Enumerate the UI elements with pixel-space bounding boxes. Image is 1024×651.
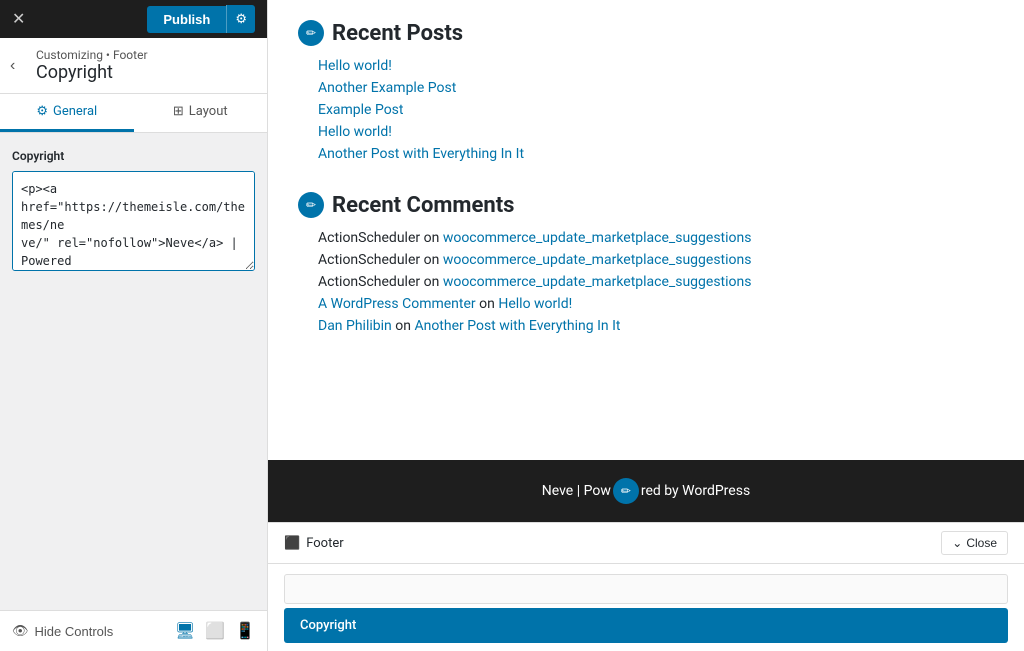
comment-author-link[interactable]: A WordPress Commenter <box>318 296 476 312</box>
tab-layout[interactable]: ⊞ Layout <box>134 94 268 132</box>
list-item: Dan Philibin on Another Post with Everyt… <box>318 318 994 334</box>
comment-link[interactable]: woocommerce_update_marketplace_suggestio… <box>443 230 752 246</box>
layout-icon: ⊞ <box>173 104 184 119</box>
post-link[interactable]: Hello world! <box>318 124 392 140</box>
list-item: Example Post <box>318 102 994 118</box>
tablet-device-button[interactable]: ⬜ <box>205 621 225 641</box>
comment-link[interactable]: Hello world! <box>498 296 572 312</box>
close-chevron-button[interactable]: ⌄ Close <box>941 531 1008 555</box>
bottom-bar: 👁 Hide Controls 🖥 ⬜ 📱 <box>0 610 267 651</box>
list-item: ActionScheduler on woocommerce_update_ma… <box>318 230 994 246</box>
comment-preposition: on <box>424 274 443 290</box>
footer-edit-pencil[interactable]: ✏ <box>613 478 639 504</box>
panel-content: Copyright <p><a href="https://themeisle.… <box>0 133 267 610</box>
recent-comments-title: Recent Comments <box>332 193 514 218</box>
publish-gear-button[interactable]: ⚙ <box>226 5 255 33</box>
breadcrumb-area: ‹ Customizing • Footer Copyright <box>0 38 267 94</box>
gear-icon: ⚙ <box>36 104 48 119</box>
comment-link[interactable]: Another Post with Everything In It <box>414 318 620 334</box>
mobile-device-button[interactable]: 📱 <box>235 621 255 641</box>
breadcrumb-sub: Customizing • Footer <box>36 48 255 62</box>
list-item: ActionScheduler on woocommerce_update_ma… <box>318 274 994 290</box>
publish-btn-group: Publish ⚙ <box>147 5 255 33</box>
chevron-down-icon: ⌄ <box>952 536 962 550</box>
left-panel: ✕ Publish ⚙ ‹ Customizing • Footer Copyr… <box>0 0 268 651</box>
comment-link[interactable]: woocommerce_update_marketplace_suggestio… <box>443 252 752 268</box>
comment-preposition: on <box>395 318 414 334</box>
close-button[interactable]: ✕ <box>12 9 25 29</box>
post-link[interactable]: Another Example Post <box>318 80 456 96</box>
comment-link[interactable]: woocommerce_update_marketplace_suggestio… <box>443 274 752 290</box>
site-footer: Neve | Pow✏red by WordPress <box>268 460 1024 522</box>
recent-comments-list: ActionScheduler on woocommerce_update_ma… <box>298 230 994 334</box>
comment-author: ActionScheduler <box>318 252 420 268</box>
tab-layout-label: Layout <box>189 104 228 119</box>
post-link[interactable]: Another Post with Everything In It <box>318 146 524 162</box>
hide-controls-button[interactable]: 👁 Hide Controls <box>12 623 113 639</box>
close-button-label: Close <box>966 536 997 550</box>
comment-preposition: on <box>424 230 443 246</box>
grid-empty-row <box>284 574 1008 604</box>
bottom-controls: ⬛ Footer ⌄ Close Copyright <box>268 522 1024 651</box>
hide-controls-label: Hide Controls <box>35 624 114 639</box>
breadcrumb-title: Copyright <box>36 62 255 83</box>
list-item: ActionScheduler on woocommerce_update_ma… <box>318 252 994 268</box>
recent-posts-heading: ✏ Recent Posts <box>298 20 994 46</box>
preview-area: ✏ Recent Posts Hello world! Another Exam… <box>268 0 1024 460</box>
copyright-textarea[interactable]: <p><a href="https://themeisle.com/themes… <box>12 171 255 271</box>
footer-text-rest: red by WordPress <box>641 483 750 499</box>
publish-button[interactable]: Publish <box>147 6 226 33</box>
comment-preposition: on <box>479 296 498 312</box>
tabs-row: ⚙ General ⊞ Layout <box>0 94 267 133</box>
device-icons: 🖥 ⬜ 📱 <box>175 621 255 641</box>
comment-author: ActionScheduler <box>318 274 420 290</box>
comment-author-link[interactable]: Dan Philibin <box>318 318 392 334</box>
list-item: Another Post with Everything In It <box>318 146 994 162</box>
copyright-active-row[interactable]: Copyright <box>284 608 1008 643</box>
recent-posts-edit-pencil[interactable]: ✏ <box>298 20 324 46</box>
recent-posts-list: Hello world! Another Example Post Exampl… <box>298 58 994 162</box>
list-item: A WordPress Commenter on Hello world! <box>318 296 994 312</box>
desktop-device-button[interactable]: 🖥 <box>175 621 195 641</box>
grid-area <box>268 564 1024 608</box>
list-item: Another Example Post <box>318 80 994 96</box>
right-main: ✏ Recent Posts Hello world! Another Exam… <box>268 0 1024 651</box>
footer-label: Footer <box>306 536 343 551</box>
copyright-label: Copyright <box>12 149 255 163</box>
tab-general-label: General <box>53 104 97 119</box>
back-button[interactable]: ‹ <box>10 57 15 75</box>
recent-comments-heading: ✏ Recent Comments <box>298 192 994 218</box>
tab-general[interactable]: ⚙ General <box>0 94 134 132</box>
recent-comments-edit-pencil[interactable]: ✏ <box>298 192 324 218</box>
footer-label-bar: ⬛ Footer ⌄ Close <box>268 523 1024 564</box>
eye-icon: 👁 <box>12 623 29 639</box>
comment-preposition: on <box>424 252 443 268</box>
footer-tag: ⬛ Footer <box>284 536 344 551</box>
comment-author: ActionScheduler <box>318 230 420 246</box>
footer-text-neve: Neve | Pow <box>542 483 611 499</box>
post-link[interactable]: Hello world! <box>318 58 392 74</box>
post-link[interactable]: Example Post <box>318 102 404 118</box>
recent-posts-title: Recent Posts <box>332 21 463 46</box>
footer-icon: ⬛ <box>284 536 300 551</box>
list-item: Hello world! <box>318 58 994 74</box>
list-item: Hello world! <box>318 124 994 140</box>
top-bar: ✕ Publish ⚙ <box>0 0 267 38</box>
